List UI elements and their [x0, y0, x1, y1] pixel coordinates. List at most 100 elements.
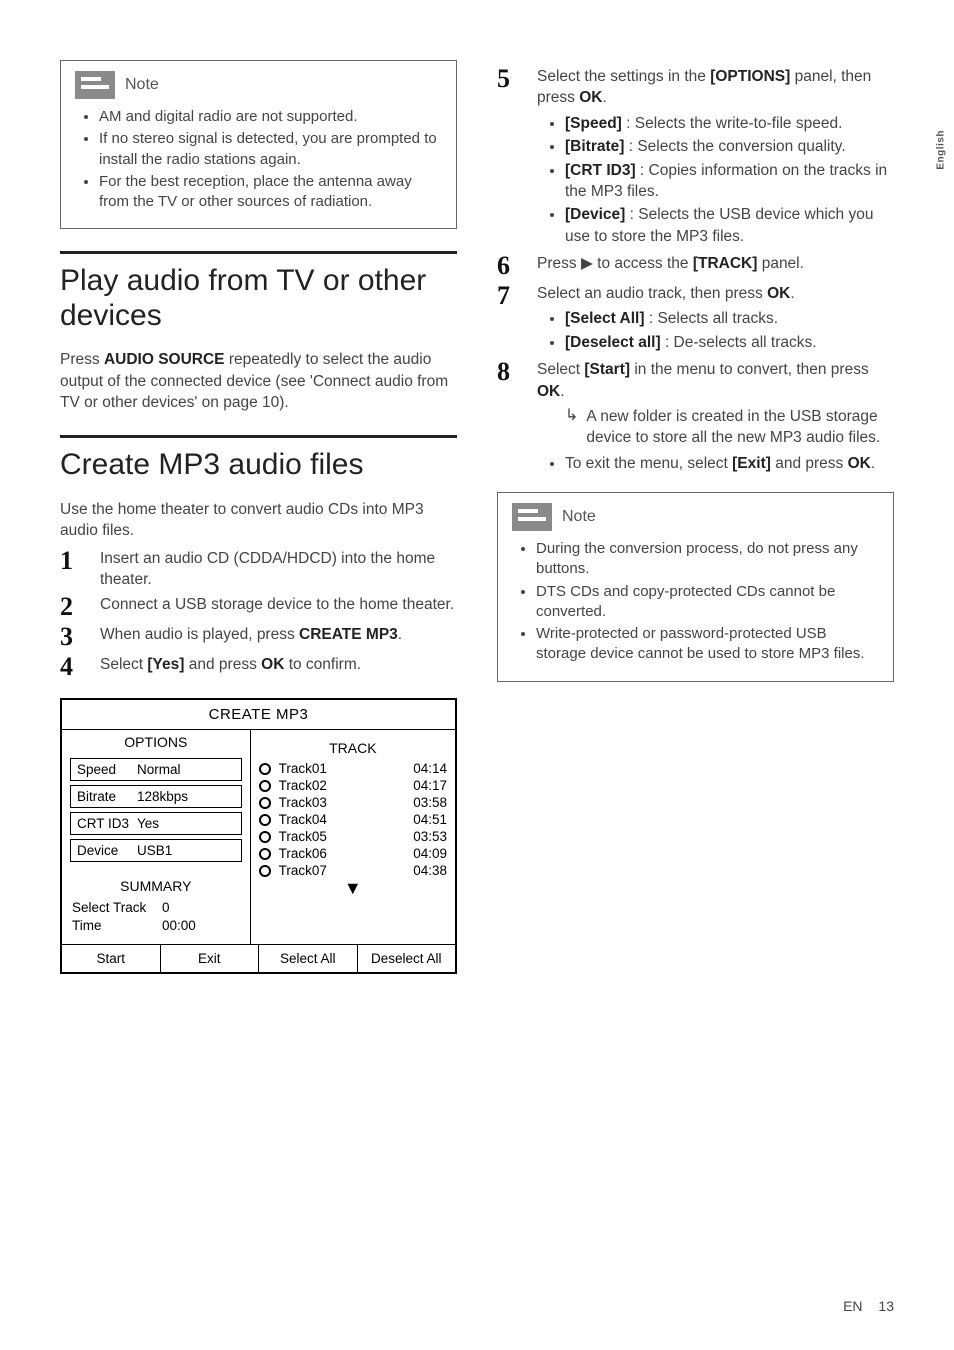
- play-audio-body: Press AUDIO SOURCE repeatedly to select …: [60, 349, 457, 413]
- step-number: 7: [497, 283, 523, 355]
- item-bold: [Device]: [565, 206, 625, 223]
- summary-row: Time00:00: [72, 918, 240, 933]
- track-name: Track04: [279, 812, 389, 827]
- start-button[interactable]: Start: [62, 945, 160, 972]
- track-time: 03:58: [397, 795, 447, 810]
- step-number: 3: [60, 624, 86, 650]
- step-number: 4: [60, 654, 86, 680]
- options-heading: OPTIONS: [62, 730, 250, 754]
- option-value: Yes: [137, 816, 159, 831]
- item-text: : Selects the conversion quality.: [624, 138, 845, 155]
- track-row[interactable]: Track0503:53: [259, 828, 447, 845]
- right-column: 5 Select the settings in the [OPTIONS] p…: [497, 60, 894, 974]
- item-bold: [Select All]: [565, 310, 645, 327]
- option-key: Speed: [77, 762, 137, 777]
- step-number: 8: [497, 359, 523, 476]
- step-body: Connect a USB storage device to the home…: [100, 594, 457, 620]
- create-mp3-label: CREATE MP3: [299, 626, 398, 643]
- result-row: ↳ A new folder is created in the USB sto…: [537, 406, 894, 449]
- track-label: [TRACK]: [693, 255, 758, 272]
- step-body: Select [Yes] and press OK to confirm.: [100, 654, 457, 680]
- note-icon: [75, 71, 115, 99]
- note-icon: [512, 503, 552, 531]
- step-body: Select an audio track, then press OK. [S…: [537, 283, 894, 355]
- track-row[interactable]: Track0704:38: [259, 862, 447, 879]
- note-item: DTS CDs and copy-protected CDs cannot be…: [536, 582, 879, 623]
- left-column: Note AM and digital radio are not suppor…: [60, 60, 457, 974]
- summary-heading: SUMMARY: [62, 874, 250, 898]
- result-arrow-icon: ↳: [565, 406, 578, 449]
- track-row[interactable]: Track02 04:17: [259, 777, 447, 794]
- step-body: Press ▶ to access the [TRACK] panel.: [537, 253, 894, 279]
- option-value: 128kbps: [137, 789, 188, 804]
- step-number: 2: [60, 594, 86, 620]
- radio-icon: [259, 780, 271, 792]
- step-4: 4 Select [Yes] and press OK to confirm.: [60, 654, 457, 680]
- track-row[interactable]: Track0303:58: [259, 794, 447, 811]
- result-text: A new folder is created in the USB stora…: [586, 406, 894, 449]
- list-item: [Speed] : Selects the write-to-file spee…: [565, 113, 894, 134]
- note-item: For the best reception, place the antenn…: [99, 172, 442, 213]
- track-row[interactable]: Track0604:09: [259, 845, 447, 862]
- option-row-crtid3[interactable]: CRT ID3Yes: [70, 812, 242, 835]
- option-row-bitrate[interactable]: Bitrate128kbps: [70, 785, 242, 808]
- exit-button[interactable]: Exit: [160, 945, 259, 972]
- summary-key: Time: [72, 918, 162, 933]
- item-bold: [Bitrate]: [565, 138, 624, 155]
- list-item: [Device] : Selects the USB device which …: [565, 204, 894, 247]
- track-row[interactable]: Track04 04:51: [259, 811, 447, 828]
- track-time: 04:51: [397, 812, 447, 827]
- radio-icon: [259, 848, 271, 860]
- steps-right: 5 Select the settings in the [OPTIONS] p…: [497, 66, 894, 476]
- item-bold: [Speed]: [565, 115, 622, 132]
- list-item: [Deselect all] : De-selects all tracks.: [565, 332, 894, 353]
- track-row[interactable]: Track0104:14: [259, 760, 447, 777]
- note-title: Note: [125, 76, 159, 94]
- option-value: Normal: [137, 762, 181, 777]
- summary-row: Select Track0: [72, 900, 240, 915]
- option-key: Bitrate: [77, 789, 137, 804]
- list-item: [Bitrate] : Selects the conversion quali…: [565, 136, 894, 157]
- text: .: [602, 89, 606, 106]
- create-mp3-screen: CREATE MP3 OPTIONS SpeedNormal Bitrate12…: [60, 698, 457, 974]
- note-item: Write-protected or password-protected US…: [536, 624, 879, 665]
- audio-source-label: AUDIO SOURCE: [104, 351, 225, 368]
- option-row-device[interactable]: DeviceUSB1: [70, 839, 242, 862]
- deselect-all-button[interactable]: Deselect All: [357, 945, 456, 972]
- exit-label: [Exit]: [732, 455, 771, 472]
- footer-lang: EN: [843, 1298, 862, 1314]
- step-number: 5: [497, 66, 523, 249]
- track-name: Track06: [279, 846, 389, 861]
- option-row-speed[interactable]: SpeedNormal: [70, 758, 242, 781]
- text: Select the settings in the: [537, 68, 710, 85]
- text: .: [398, 626, 402, 643]
- radio-icon: [259, 831, 271, 843]
- step-8: 8 Select [Start] in the menu to convert,…: [497, 359, 894, 476]
- step-number: 6: [497, 253, 523, 279]
- step-body: Insert an audio CD (CDDA/HDCD) into the …: [100, 548, 457, 591]
- radio-icon: [259, 865, 271, 877]
- note-item: If no stereo signal is detected, you are…: [99, 129, 442, 170]
- track-time: 04:38: [397, 863, 447, 878]
- step-body: Select the settings in the [OPTIONS] pan…: [537, 66, 894, 249]
- step-2: 2 Connect a USB storage device to the ho…: [60, 594, 457, 620]
- screen-right-panel: TRACK Track0104:14 Track0204:17 Track030…: [251, 730, 455, 944]
- item-bold: [CRT ID3]: [565, 162, 636, 179]
- text: When audio is played, press: [100, 626, 299, 643]
- list-item: To exit the menu, select [Exit] and pres…: [565, 453, 894, 474]
- summary-key: Select Track: [72, 900, 162, 915]
- text: panel.: [757, 255, 804, 272]
- page: English Note AM and digital radio are: [0, 0, 954, 1350]
- summary-value: 00:00: [162, 918, 196, 933]
- track-name: Track02: [279, 778, 389, 793]
- track-name: Track05: [279, 829, 389, 844]
- ok-label: OK: [579, 89, 602, 106]
- item-bold: [Deselect all]: [565, 334, 661, 351]
- scroll-down-icon[interactable]: ▼: [259, 879, 447, 897]
- radio-icon: [259, 763, 271, 775]
- text: Use the home theater to convert audio CD…: [60, 499, 457, 542]
- item-text: : Selects the write-to-file speed.: [622, 115, 843, 132]
- track-time: 04:17: [397, 778, 447, 793]
- select-all-button[interactable]: Select All: [258, 945, 357, 972]
- language-side-label: English: [936, 130, 947, 170]
